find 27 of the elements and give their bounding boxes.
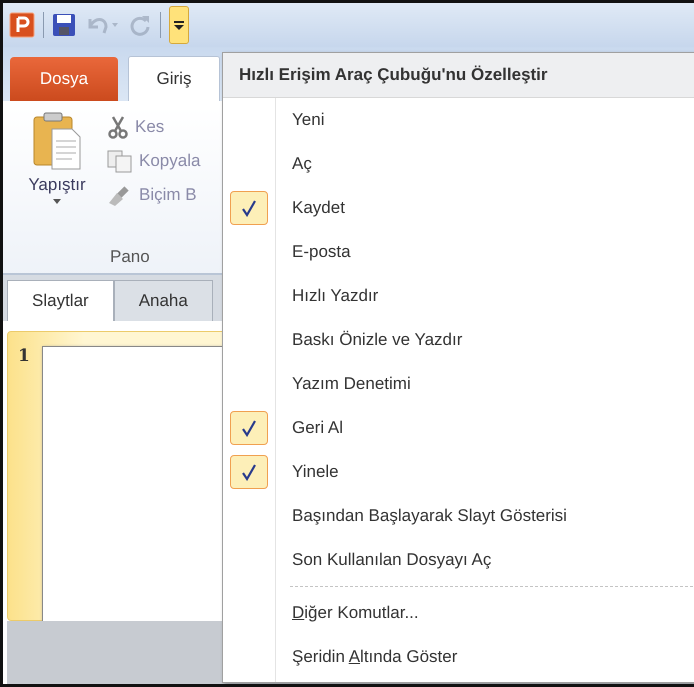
check-icon bbox=[241, 419, 257, 437]
copy-icon bbox=[107, 149, 133, 173]
ribbon-tab[interactable]: Giriş bbox=[128, 56, 220, 101]
redo-icon bbox=[128, 13, 152, 37]
panel-tab[interactable]: Slaytlar bbox=[7, 280, 114, 321]
panel-tab[interactable]: Anaha bbox=[114, 280, 213, 321]
menu-item[interactable]: Yeni bbox=[223, 98, 694, 142]
caret-icon[interactable] bbox=[53, 199, 61, 204]
slide-number: 1 bbox=[18, 346, 30, 368]
menu-item[interactable]: Kaydet bbox=[223, 186, 694, 230]
app-icon bbox=[9, 12, 35, 38]
file-tab[interactable]: Dosya bbox=[10, 57, 118, 101]
clipboard-icon[interactable] bbox=[32, 111, 82, 171]
customize-button[interactable] bbox=[169, 6, 189, 44]
menu-item[interactable]: Aç bbox=[223, 142, 694, 186]
save-icon bbox=[52, 13, 76, 37]
caret-icon bbox=[174, 20, 184, 30]
menu-item[interactable]: Hızlı Yazdır bbox=[223, 274, 694, 318]
check-icon bbox=[241, 199, 257, 217]
group-label: Pano bbox=[110, 247, 150, 267]
check-icon bbox=[241, 463, 257, 481]
menu-item-label: Şeridin Altında Göster bbox=[292, 647, 458, 667]
menu-item-label: Diğer Komutlar... bbox=[292, 603, 419, 623]
paste-button[interactable]: Yapıştır bbox=[28, 175, 86, 195]
menu-item[interactable]: E-posta bbox=[223, 230, 694, 274]
menu-title: Hızlı Erişim Araç Çubuğu'nu Özelleştir bbox=[223, 53, 694, 98]
scissors-icon bbox=[107, 115, 129, 139]
